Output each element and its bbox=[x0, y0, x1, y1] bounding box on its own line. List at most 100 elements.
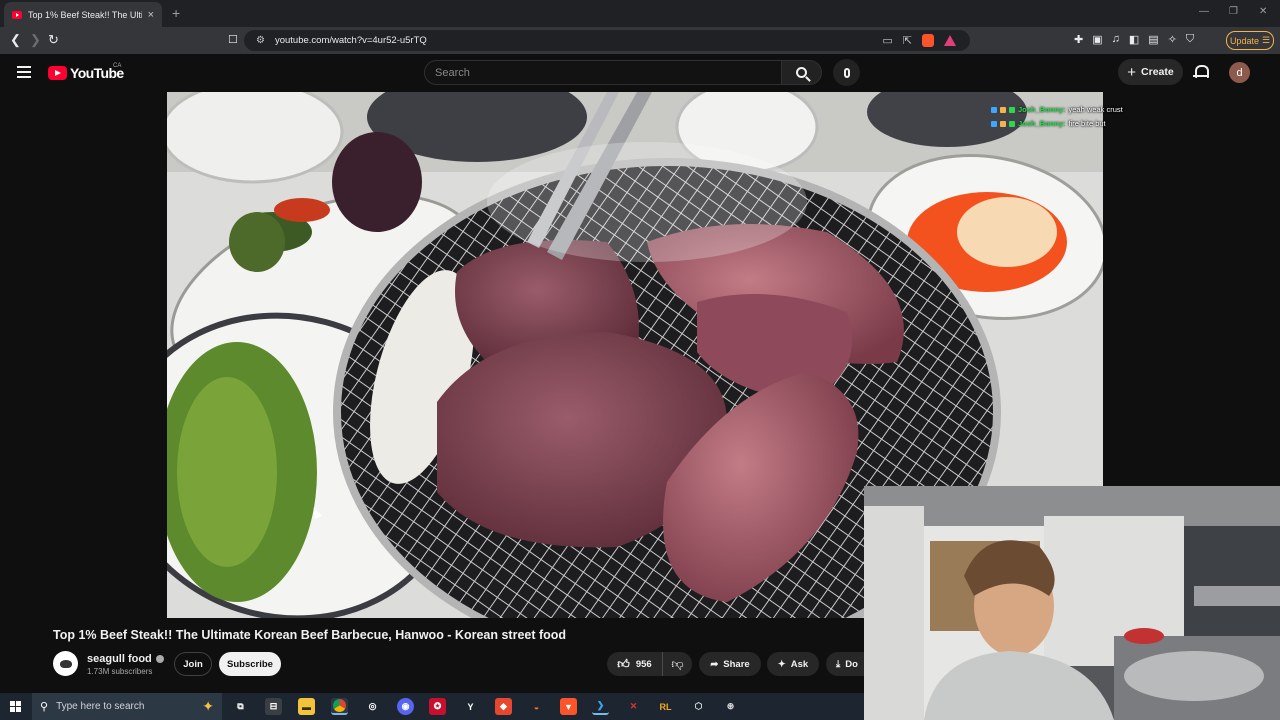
channel-name[interactable]: seagull food bbox=[87, 653, 152, 665]
discord-icon[interactable]: ◉ bbox=[397, 698, 414, 715]
minimize-button[interactable]: — bbox=[1199, 6, 1209, 17]
chat-badge-icon bbox=[991, 121, 997, 127]
brave-icon[interactable]: ▼ bbox=[560, 698, 577, 715]
like-count: 956 bbox=[635, 658, 652, 670]
address-bar[interactable]: ⚙ youtube.com/watch?v=4ur52-u5rTQ ▭ ⇱ bbox=[244, 30, 970, 51]
task-view-icon[interactable]: ⧉ bbox=[232, 698, 249, 715]
download-icon: ⤓ bbox=[836, 658, 841, 670]
download-label: Do bbox=[845, 658, 858, 670]
share-label: Share bbox=[723, 658, 750, 670]
sparkle-icon: ✦ bbox=[777, 658, 786, 670]
vscode-icon[interactable]: ❯ bbox=[592, 698, 609, 715]
obs-icon[interactable]: ◎ bbox=[364, 698, 381, 715]
bookmark-icon[interactable]: ☐ bbox=[228, 33, 238, 46]
update-label: Update bbox=[1229, 35, 1259, 46]
tab-close-icon[interactable]: × bbox=[148, 9, 154, 21]
wallet-icon[interactable]: ▤ bbox=[1148, 33, 1158, 46]
extensions-icon[interactable]: ✚ bbox=[1074, 33, 1083, 46]
search-icon bbox=[796, 67, 807, 78]
join-button[interactable]: Join bbox=[174, 652, 212, 676]
capture-app-icon[interactable]: ⊟ bbox=[265, 698, 282, 715]
search-box[interactable] bbox=[424, 60, 782, 85]
vpn-icon[interactable]: ⛉ bbox=[1186, 33, 1194, 46]
url-text[interactable]: youtube.com/watch?v=4ur52-u5rTQ bbox=[275, 35, 427, 46]
youtube-header: YouTube CA + Create d bbox=[0, 54, 1280, 92]
create-label: Create bbox=[1141, 66, 1174, 78]
thumbs-down-icon: 👎︎ bbox=[671, 656, 684, 671]
seagull-logo-icon bbox=[59, 659, 72, 668]
country-code: CA bbox=[113, 63, 122, 69]
taskbar-search-placeholder: Type here to search bbox=[56, 701, 145, 712]
verified-check-icon bbox=[155, 655, 164, 663]
windows-taskbar: ⚲ Type here to search ✦ ⧉ ⊟ ▬ ◎ ◉ ✪ Y ◆ … bbox=[0, 693, 864, 720]
chat-badge-icon bbox=[1009, 121, 1015, 127]
rl-app-icon[interactable]: RL bbox=[657, 698, 674, 715]
chrome-icon[interactable] bbox=[331, 698, 348, 715]
chat-username: Josh_Bonny: bbox=[1018, 119, 1066, 128]
sidebar-panel-icon[interactable]: ▣ bbox=[1092, 33, 1102, 46]
site-info-icon[interactable]: ⚙ bbox=[256, 35, 265, 46]
share-page-icon[interactable]: ⇱ bbox=[903, 34, 912, 47]
browser-tab[interactable]: Top 1% Beef Steak!! The Ultimate × bbox=[4, 2, 162, 27]
voice-search-button[interactable] bbox=[833, 59, 860, 86]
ask-button[interactable]: ✦ Ask bbox=[767, 652, 819, 676]
search-input[interactable] bbox=[435, 66, 781, 79]
back-arrow-icon[interactable]: ❮ bbox=[10, 32, 21, 48]
chat-badge-icon bbox=[991, 107, 997, 113]
account-avatar[interactable]: d bbox=[1229, 62, 1250, 83]
space-app-icon[interactable]: ✪ bbox=[429, 698, 446, 715]
close-window-button[interactable]: ✕ bbox=[1259, 6, 1267, 17]
orange-app-icon[interactable]: ◆ bbox=[495, 698, 512, 715]
channel-avatar[interactable] bbox=[53, 651, 78, 676]
webcam-image bbox=[864, 486, 1280, 720]
browser-tab-strip: Top 1% Beef Steak!! The Ultimate × + — ❐… bbox=[0, 0, 1280, 27]
create-button[interactable]: + Create bbox=[1118, 59, 1183, 85]
video-title: Top 1% Beef Steak!! The Ultimate Korean … bbox=[53, 628, 567, 642]
brave-shields-icon[interactable] bbox=[922, 34, 934, 47]
subscriber-count: 1.73M subscribers bbox=[87, 667, 153, 676]
brave-rewards-icon[interactable] bbox=[944, 35, 956, 46]
git-app-icon[interactable]: ✕ bbox=[625, 698, 642, 715]
leo-ai-icon[interactable]: ✧ bbox=[1168, 33, 1177, 46]
search-button[interactable] bbox=[781, 60, 822, 85]
unity-icon[interactable]: ⬡ bbox=[690, 698, 707, 715]
blender-icon[interactable]: ◒ bbox=[528, 698, 545, 715]
share-button[interactable]: ➦ Share bbox=[699, 652, 761, 676]
like-dislike-group: 👍︎ 956 👎︎ bbox=[607, 652, 692, 676]
ask-label: Ask bbox=[790, 658, 809, 670]
music-icon[interactable]: ♫ bbox=[1112, 33, 1120, 46]
menu-icon[interactable] bbox=[17, 66, 31, 78]
streamer-webcam-overlay bbox=[864, 486, 1280, 720]
cast-icon[interactable]: ▭ bbox=[882, 34, 892, 47]
youtube-play-icon bbox=[48, 66, 67, 80]
yarn-icon[interactable]: Y bbox=[462, 698, 479, 715]
notifications-bell-icon[interactable] bbox=[1193, 64, 1209, 80]
windows-start-icon[interactable] bbox=[10, 701, 21, 712]
channel-name-row[interactable]: seagull food bbox=[87, 653, 164, 665]
split-view-icon[interactable]: ◧ bbox=[1129, 33, 1139, 46]
taskbar-search[interactable]: ⚲ Type here to search ✦ bbox=[32, 693, 222, 720]
chat-badge-icon bbox=[1000, 121, 1006, 127]
forward-arrow-icon[interactable]: ❯ bbox=[30, 32, 41, 48]
file-explorer-icon[interactable]: ▬ bbox=[298, 698, 315, 715]
dislike-button[interactable]: 👎︎ bbox=[663, 652, 692, 676]
thumbs-up-icon: 👍︎ bbox=[617, 656, 630, 671]
maximize-button[interactable]: ❐ bbox=[1229, 6, 1238, 17]
like-button[interactable]: 👍︎ 956 bbox=[607, 652, 663, 676]
youtube-favicon-icon bbox=[12, 10, 22, 19]
reload-icon[interactable]: ↻ bbox=[48, 32, 59, 48]
microphone-icon bbox=[843, 67, 850, 78]
update-button[interactable]: Update ☰ bbox=[1226, 31, 1274, 50]
subscribe-button[interactable]: Subscribe bbox=[219, 652, 281, 676]
browser-toolbar: ❮ ❯ ↻ ☐ ⚙ youtube.com/watch?v=4ur52-u5rT… bbox=[0, 27, 1280, 54]
chat-badge-icon bbox=[1009, 107, 1015, 113]
search-icon: ⚲ bbox=[40, 701, 49, 713]
new-tab-button[interactable]: + bbox=[172, 5, 180, 21]
chat-text: yeah weak crust bbox=[1068, 105, 1123, 114]
search-highlight-icon: ✦ bbox=[202, 698, 214, 714]
chat-badge-icon bbox=[1000, 107, 1006, 113]
steam-icon[interactable]: ⊛ bbox=[722, 698, 739, 715]
chat-overlay: Josh_Bonny: yeah weak crust Josh_Bonny: … bbox=[991, 103, 1123, 131]
tab-title: Top 1% Beef Steak!! The Ultimate bbox=[28, 9, 142, 20]
chat-username: Josh_Bonny: bbox=[1018, 105, 1066, 114]
